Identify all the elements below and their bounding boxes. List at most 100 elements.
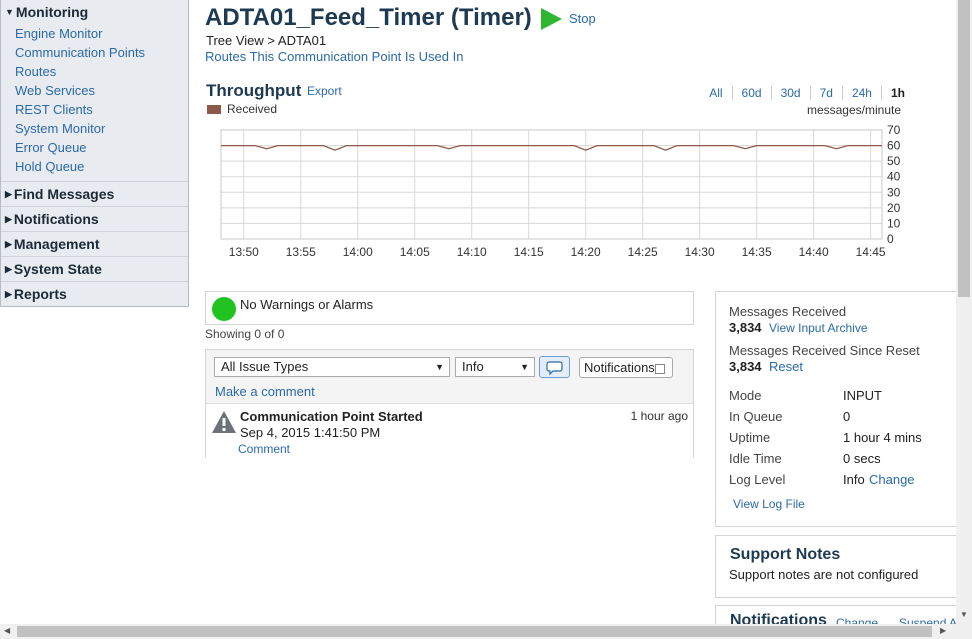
sidebar-section-find-messages[interactable]: ▶ Find Messages bbox=[1, 182, 188, 207]
x-tick-label: 14:45 bbox=[856, 245, 886, 259]
sidebar-item-web-services[interactable]: Web Services bbox=[15, 81, 188, 100]
scroll-down-arrow-icon[interactable]: ▼ bbox=[960, 610, 968, 619]
range-24h[interactable]: 24h bbox=[843, 86, 882, 100]
collapsed-triangle-icon: ▶ bbox=[5, 214, 12, 224]
y-tick-label: 70 bbox=[887, 123, 901, 137]
in-queue-label: In Queue bbox=[729, 409, 783, 424]
sidebar-item-routes[interactable]: Routes bbox=[15, 62, 188, 81]
y-tick-label: 60 bbox=[887, 139, 901, 153]
x-tick-label: 14:25 bbox=[628, 245, 658, 259]
legend-swatch bbox=[207, 104, 221, 114]
showing-count: Showing 0 of 0 bbox=[205, 327, 285, 341]
page-title: ADTA01_Feed_Timer (Timer) bbox=[205, 4, 532, 31]
range-30d[interactable]: 30d bbox=[772, 86, 811, 100]
sidebar-section-notifications[interactable]: ▶ Notifications bbox=[1, 207, 188, 232]
vertical-scrollbar[interactable]: ▼ bbox=[956, 0, 972, 624]
x-tick-label: 14:40 bbox=[799, 245, 829, 259]
plot-frame bbox=[220, 129, 883, 240]
notifications-toggle-label: Notifications bbox=[584, 360, 655, 375]
sidebar-section-label: Reports bbox=[13, 286, 67, 302]
sidebar-monitoring-items: Engine Monitor Communication Points Rout… bbox=[1, 24, 188, 182]
event-age: 1 hour ago bbox=[630, 409, 688, 423]
sidebar-section-label: Find Messages bbox=[13, 186, 115, 202]
scroll-left-arrow-icon[interactable]: ◀ bbox=[4, 626, 10, 635]
x-tick-label: 14:00 bbox=[343, 245, 373, 259]
status-ok-icon bbox=[212, 297, 236, 321]
range-7d[interactable]: 7d bbox=[811, 86, 843, 100]
issue-type-select[interactable]: All Issue Types ▼ bbox=[214, 357, 450, 377]
sidebar-section-label: System State bbox=[13, 261, 102, 277]
make-comment-link[interactable]: Make a comment bbox=[215, 384, 315, 399]
x-tick-label: 14:20 bbox=[571, 245, 601, 259]
scroll-right-arrow-icon[interactable]: ▶ bbox=[940, 626, 946, 635]
y-tick-label: 10 bbox=[887, 216, 901, 230]
throughput-chart: 0 1020 3040 5060 70 13:50 13:55 14:00 14:05 14:10… bbox=[220, 123, 901, 259]
range-60d[interactable]: 60d bbox=[733, 86, 772, 100]
y-tick-label: 30 bbox=[887, 185, 901, 199]
log-level-change-link[interactable]: Change bbox=[869, 472, 915, 487]
in-queue-value: 0 bbox=[843, 409, 851, 424]
expanded-triangle-icon: ▼ bbox=[5, 7, 14, 17]
stop-button[interactable]: Stop bbox=[569, 11, 596, 26]
alerts-box: No Warnings or Alarms bbox=[205, 291, 694, 325]
reset-link[interactable]: Reset bbox=[769, 359, 803, 374]
horizontal-scrollbar[interactable]: ◀ ▶ bbox=[0, 624, 972, 639]
sidebar-section-label: Notifications bbox=[13, 211, 99, 227]
messages-received-label: Messages Received bbox=[729, 304, 847, 319]
sidebar: ▼ Monitoring Engine Monitor Communicatio… bbox=[0, 0, 189, 307]
sidebar-section-label: Monitoring bbox=[15, 4, 89, 20]
view-input-archive-link[interactable]: View Input Archive bbox=[769, 321, 868, 335]
range-1h[interactable]: 1h bbox=[882, 86, 905, 100]
event-date: Sep 4, 2015 1:41:50 PM bbox=[240, 425, 381, 440]
sidebar-section-management[interactable]: ▶ Management bbox=[1, 232, 188, 257]
mode-label: Mode bbox=[729, 388, 762, 403]
x-tick-label: 13:50 bbox=[229, 245, 259, 259]
event-comment-link[interactable]: Comment bbox=[238, 442, 290, 456]
sidebar-item-system-monitor[interactable]: System Monitor bbox=[15, 119, 188, 138]
warning-icon bbox=[212, 411, 236, 433]
idle-time-label: Idle Time bbox=[729, 451, 782, 466]
log-level-value: Info bbox=[843, 472, 865, 487]
sidebar-section-system-state[interactable]: ▶ System State bbox=[1, 257, 188, 282]
chart-legend: Received bbox=[207, 102, 277, 116]
uptime-value: 1 hour 4 mins bbox=[843, 430, 922, 445]
dropdown-arrow-icon: ▼ bbox=[520, 362, 529, 372]
x-tick-label: 14:10 bbox=[457, 245, 487, 259]
comment-button[interactable] bbox=[539, 356, 570, 378]
view-log-file-link[interactable]: View Log File bbox=[733, 497, 805, 511]
sidebar-section-label: Management bbox=[13, 236, 100, 252]
sidebar-item-engine-monitor[interactable]: Engine Monitor bbox=[15, 24, 188, 43]
notifications-toggle[interactable]: Notifications bbox=[579, 357, 673, 378]
range-all[interactable]: All bbox=[700, 86, 733, 100]
breadcrumb: Tree View > ADTA01 bbox=[206, 33, 327, 48]
collapsed-triangle-icon: ▶ bbox=[5, 189, 12, 199]
y-tick-label: 50 bbox=[887, 154, 901, 168]
routes-used-in-link[interactable]: Routes This Communication Point Is Used … bbox=[205, 49, 463, 64]
sidebar-item-hold-queue[interactable]: Hold Queue bbox=[15, 157, 188, 176]
sidebar-item-error-queue[interactable]: Error Queue bbox=[15, 138, 188, 157]
support-notes-panel: Support Notes Support notes are not conf… bbox=[715, 535, 960, 598]
stats-panel: Messages Received 3,834 View Input Archi… bbox=[715, 291, 960, 527]
export-link[interactable]: Export bbox=[307, 84, 342, 98]
x-tick-label: 13:55 bbox=[286, 245, 316, 259]
log-level-label: Log Level bbox=[729, 472, 786, 487]
sidebar-item-communication-points[interactable]: Communication Points bbox=[15, 43, 188, 62]
throughput-title: Throughput bbox=[206, 81, 302, 100]
uptime-label: Uptime bbox=[729, 430, 771, 445]
sidebar-section-reports[interactable]: ▶ Reports bbox=[1, 282, 188, 306]
checkbox-icon[interactable] bbox=[655, 364, 665, 374]
y-tick-label: 0 bbox=[887, 232, 894, 246]
collapsed-triangle-icon: ▶ bbox=[5, 289, 12, 299]
x-tick-label: 14:05 bbox=[400, 245, 430, 259]
sidebar-item-rest-clients[interactable]: REST Clients bbox=[15, 100, 188, 119]
collapsed-triangle-icon: ▶ bbox=[5, 264, 12, 274]
x-tick-label: 14:35 bbox=[742, 245, 772, 259]
sidebar-section-monitoring[interactable]: ▼ Monitoring bbox=[1, 0, 188, 24]
level-select[interactable]: Info ▼ bbox=[455, 357, 535, 377]
support-notes-title: Support Notes bbox=[730, 546, 841, 563]
horizontal-scroll-thumb[interactable] bbox=[17, 626, 932, 637]
event-title: Communication Point Started bbox=[240, 409, 423, 424]
chart-units: messages/minute bbox=[806, 103, 901, 117]
since-reset-value: 3,834 bbox=[729, 359, 762, 374]
vertical-scroll-thumb[interactable] bbox=[958, 0, 970, 297]
